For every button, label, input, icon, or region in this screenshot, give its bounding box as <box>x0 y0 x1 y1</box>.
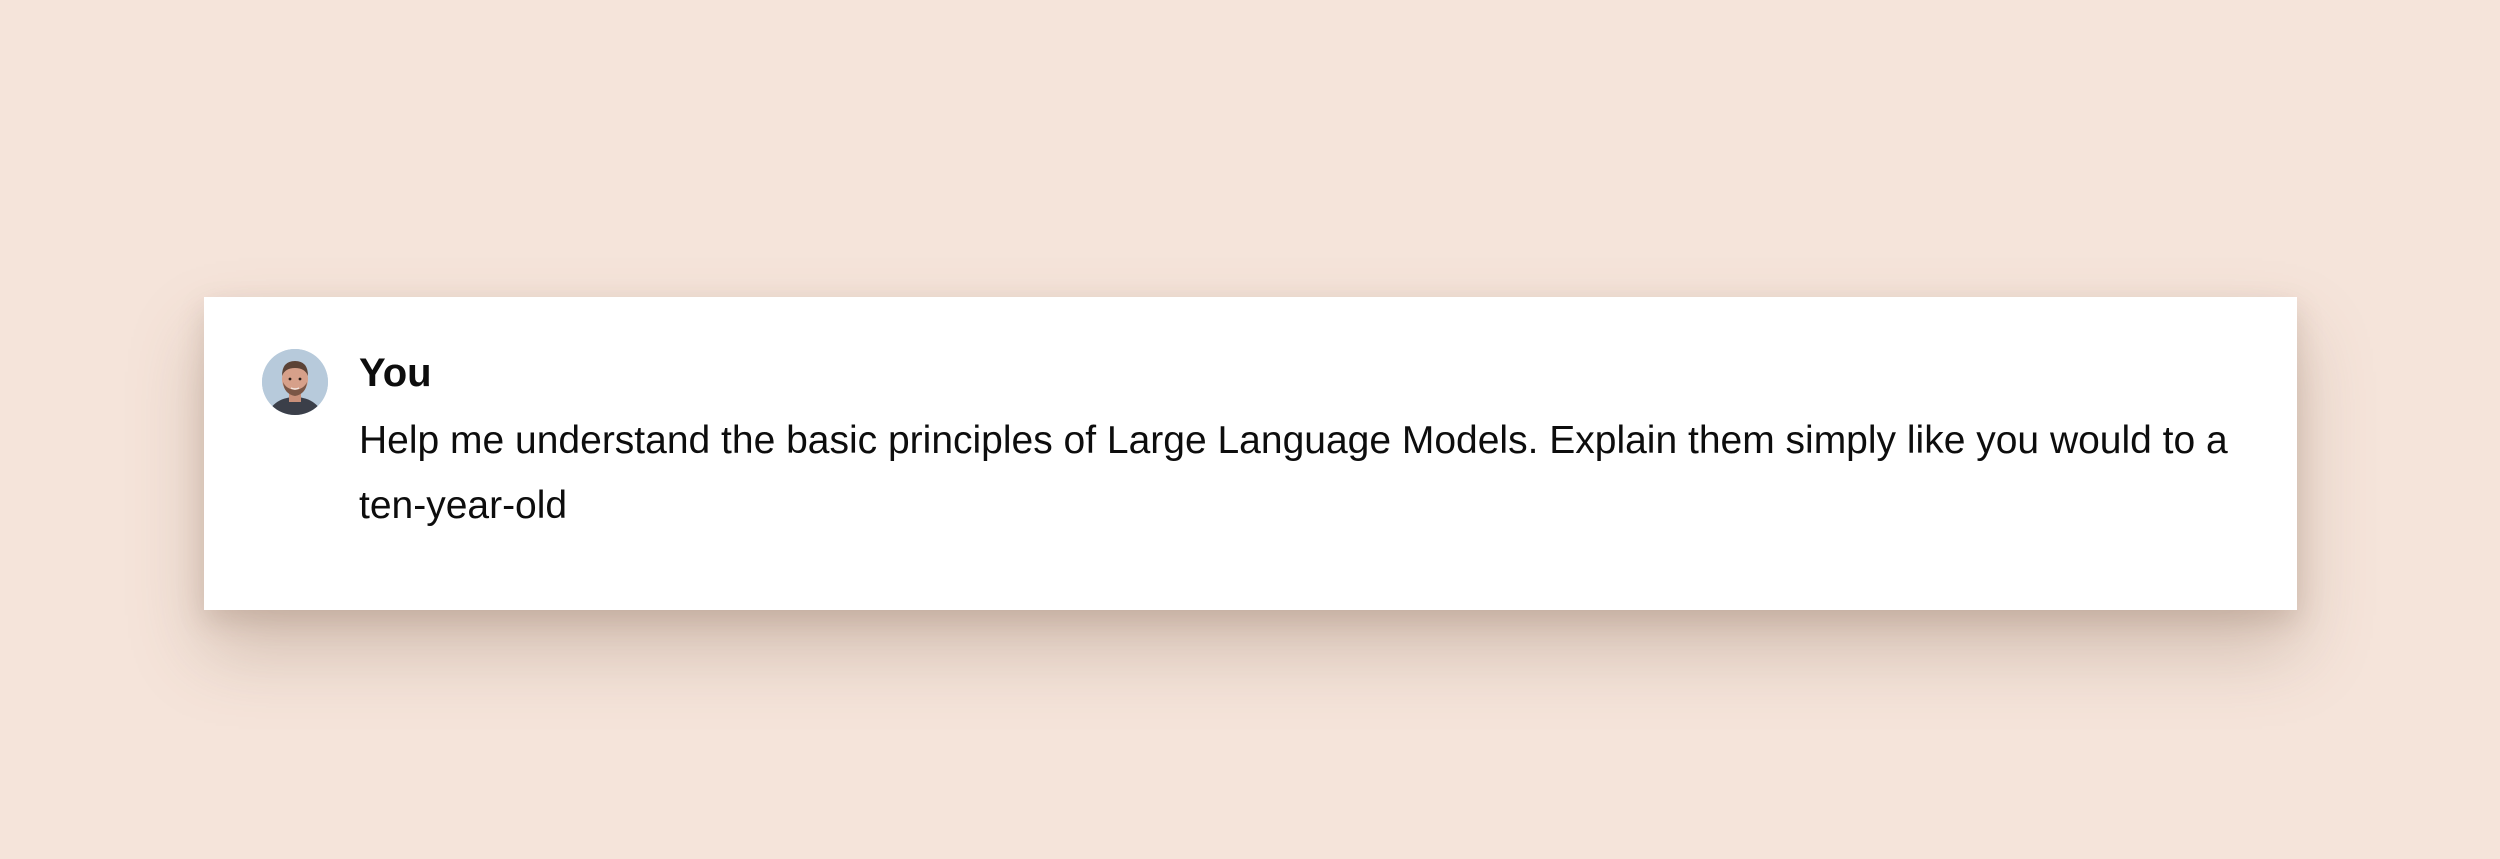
avatar-photo-icon <box>262 349 328 415</box>
user-avatar[interactable] <box>262 349 328 415</box>
message-author: You <box>359 351 432 395</box>
message-text: Help me understand the basic principles … <box>359 419 2228 527</box>
user-message-card: You Help me understand the basic princip… <box>204 297 2297 610</box>
